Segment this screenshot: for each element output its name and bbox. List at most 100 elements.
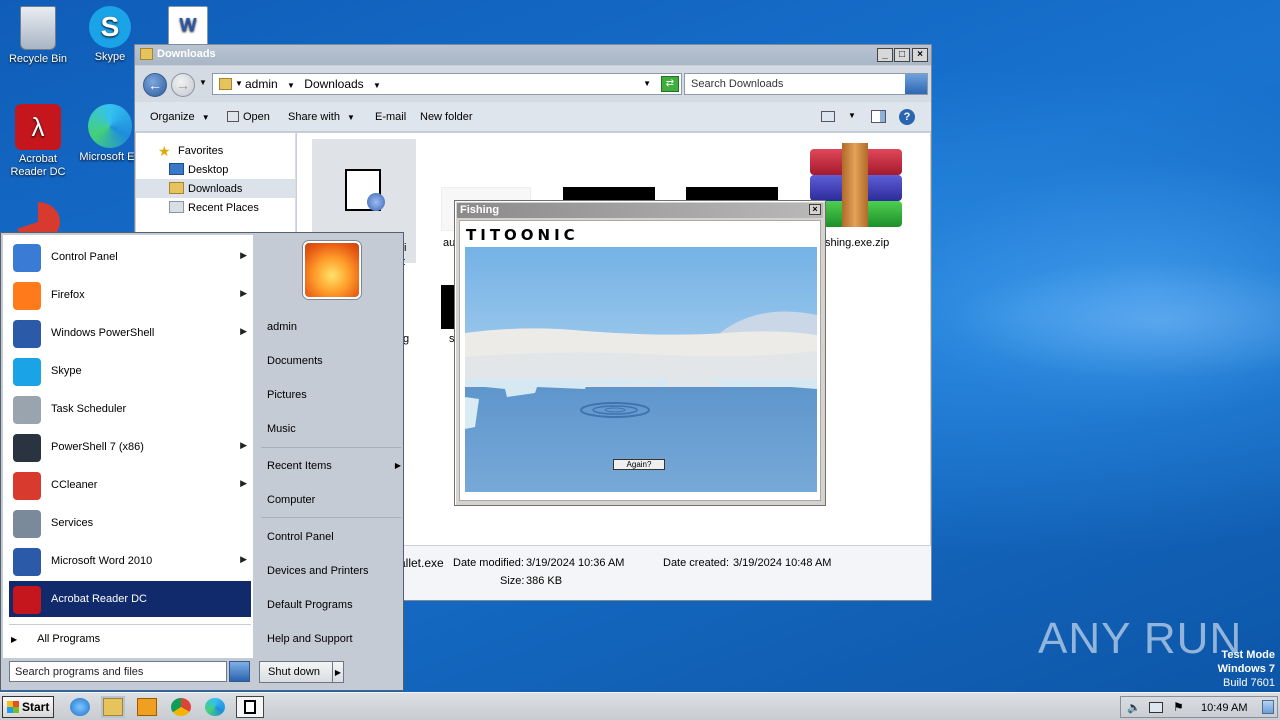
- start-search-placeholder: Search programs and files: [15, 666, 144, 678]
- program-icon: [13, 282, 41, 310]
- start-program-item[interactable]: CCleaner ▶: [9, 467, 251, 503]
- breadcrumb-downloads[interactable]: Downloads: [304, 77, 363, 91]
- start-link-devices-printers[interactable]: Devices and Printers: [267, 565, 369, 577]
- explorer-titlebar[interactable]: Downloads _ □ ×: [135, 45, 931, 65]
- organize-button[interactable]: Organize ▼: [150, 111, 210, 123]
- show-desktop-icon[interactable]: [1262, 700, 1274, 714]
- fishing-titlebar[interactable]: Fishing ×: [457, 203, 823, 218]
- start-program-item[interactable]: Skype: [9, 353, 251, 389]
- start-program-item[interactable]: Firefox ▶: [9, 277, 251, 313]
- start-program-item[interactable]: Task Scheduler: [9, 391, 251, 427]
- explorer-taskbar-icon[interactable]: [103, 698, 123, 716]
- start-program-item[interactable]: Control Panel ▶: [9, 239, 251, 275]
- media-player-icon[interactable]: [137, 698, 157, 716]
- search-icon[interactable]: [229, 661, 250, 682]
- start-program-item[interactable]: Windows PowerShell ▶: [9, 315, 251, 351]
- maximize-button[interactable]: □: [894, 48, 910, 62]
- breadcrumb-chevron-icon[interactable]: ▼: [287, 81, 295, 90]
- minimize-button[interactable]: _: [877, 48, 893, 62]
- start-link-help-support[interactable]: Help and Support: [267, 633, 353, 645]
- start-link-pictures[interactable]: Pictures: [267, 389, 307, 401]
- file-item-black-thumbnail[interactable]: [686, 187, 778, 201]
- view-dropdown-icon[interactable]: ▼: [848, 111, 856, 120]
- brand-logo: TITOONIC: [466, 226, 579, 244]
- all-programs-button[interactable]: ▶ All Programs: [11, 633, 100, 645]
- breadcrumb-chevron-icon: ▼: [235, 79, 243, 88]
- preview-pane-icon[interactable]: [871, 110, 886, 123]
- arrow-right-icon[interactable]: ▶: [240, 554, 247, 565]
- back-button[interactable]: ←: [143, 73, 167, 97]
- desktop-icon: [169, 163, 184, 175]
- program-icon: [13, 548, 41, 576]
- fishing-window[interactable]: Fishing × TITOONIC Again?: [454, 200, 826, 506]
- new-folder-button[interactable]: New folder: [420, 111, 473, 123]
- start-program-item[interactable]: Microsoft Word 2010 ▶: [9, 543, 251, 579]
- fishing-title: Fishing: [460, 204, 500, 216]
- program-icon: [13, 244, 41, 272]
- arrow-right-icon[interactable]: ▶: [240, 288, 247, 299]
- arrow-right-icon[interactable]: ▶: [240, 250, 247, 261]
- change-view-icon[interactable]: [821, 111, 835, 122]
- address-bar-area: ← → ▼ ▼ admin ▼ Downloads ▼ ▼ ⇄ Search D…: [135, 66, 931, 102]
- breadcrumb-admin[interactable]: admin: [245, 77, 278, 91]
- nav-desktop[interactable]: Desktop: [136, 160, 295, 179]
- start-link-recent-items[interactable]: Recent Items ▶: [267, 460, 401, 472]
- forward-button[interactable]: →: [171, 73, 195, 97]
- shutdown-options-arrow-icon[interactable]: ▶: [332, 661, 344, 683]
- network-icon[interactable]: [1149, 702, 1163, 713]
- search-input[interactable]: Search Downloads: [684, 73, 928, 95]
- email-button[interactable]: E-mail: [375, 111, 406, 123]
- volume-icon[interactable]: 🔈: [1127, 701, 1141, 714]
- address-dropdown-icon[interactable]: ▼: [643, 79, 651, 88]
- file-item-black-thumbnail[interactable]: [563, 187, 655, 201]
- refresh-icon[interactable]: ⇄: [661, 76, 679, 92]
- clock[interactable]: 10:49 AM: [1201, 702, 1247, 714]
- start-program-item[interactable]: Services: [9, 505, 251, 541]
- start-link-user[interactable]: admin: [267, 321, 297, 333]
- internet-explorer-icon[interactable]: [70, 698, 90, 716]
- close-button[interactable]: ×: [912, 48, 928, 62]
- desktop-icon-word-doc[interactable]: W: [150, 6, 226, 49]
- start-program-item[interactable]: Acrobat Reader DC: [9, 581, 251, 617]
- breadcrumb-chevron-icon[interactable]: ▼: [373, 81, 381, 90]
- arrow-right-icon[interactable]: ▶: [240, 440, 247, 451]
- again-button[interactable]: Again?: [613, 459, 665, 470]
- address-box[interactable]: ▼ admin ▼ Downloads ▼ ▼ ⇄: [212, 73, 682, 95]
- start-search-input[interactable]: Search programs and files: [9, 661, 227, 682]
- start-link-music[interactable]: Music: [267, 423, 296, 435]
- help-icon[interactable]: ?: [899, 109, 915, 125]
- open-button[interactable]: Open: [227, 111, 270, 123]
- start-button[interactable]: Start: [2, 696, 54, 718]
- program-label: Acrobat Reader DC: [51, 593, 147, 605]
- start-link-control-panel[interactable]: Control Panel: [267, 531, 334, 543]
- nav-recent-places[interactable]: Recent Places: [136, 198, 295, 217]
- nav-downloads[interactable]: Downloads: [136, 179, 295, 198]
- user-avatar[interactable]: [303, 241, 361, 299]
- file-item-black-thumbnail[interactable]: [441, 285, 455, 329]
- fishing-taskbar-icon[interactable]: [236, 696, 264, 718]
- arrow-right-icon[interactable]: ▶: [240, 326, 247, 337]
- arrow-right-icon: ▶: [394, 461, 401, 470]
- desktop-icon-label: Microsoft Ed: [79, 151, 141, 163]
- start-link-documents[interactable]: Documents: [267, 355, 323, 367]
- chrome-icon[interactable]: [171, 698, 191, 716]
- nav-favorites[interactable]: ★ Favorites: [136, 141, 295, 160]
- desktop-icon-acrobat[interactable]: λ Acrobat Reader DC: [0, 104, 76, 179]
- start-program-item[interactable]: PowerShell 7 (x86) ▶: [9, 429, 251, 465]
- start-link-computer[interactable]: Computer: [267, 494, 315, 506]
- recent-places-icon: [169, 201, 184, 213]
- edge-icon[interactable]: [205, 698, 225, 716]
- desktop-icon-recycle-bin[interactable]: Recycle Bin: [0, 6, 76, 66]
- start-link-default-programs[interactable]: Default Programs: [267, 599, 353, 611]
- arrow-right-icon[interactable]: ▶: [240, 478, 247, 489]
- fishing-content: TITOONIC Again?: [459, 220, 821, 501]
- windows-logo-icon: [7, 701, 19, 713]
- search-icon[interactable]: [905, 74, 927, 94]
- share-with-button[interactable]: Share with ▼: [288, 111, 355, 123]
- close-button[interactable]: ×: [809, 204, 821, 215]
- program-label: Services: [51, 517, 94, 529]
- action-center-flag-icon[interactable]: ⚑: [1173, 700, 1184, 714]
- program-icon: [13, 358, 41, 386]
- shutdown-button[interactable]: Shut down: [259, 661, 333, 683]
- recent-pages-chevron-icon[interactable]: ▼: [199, 78, 207, 87]
